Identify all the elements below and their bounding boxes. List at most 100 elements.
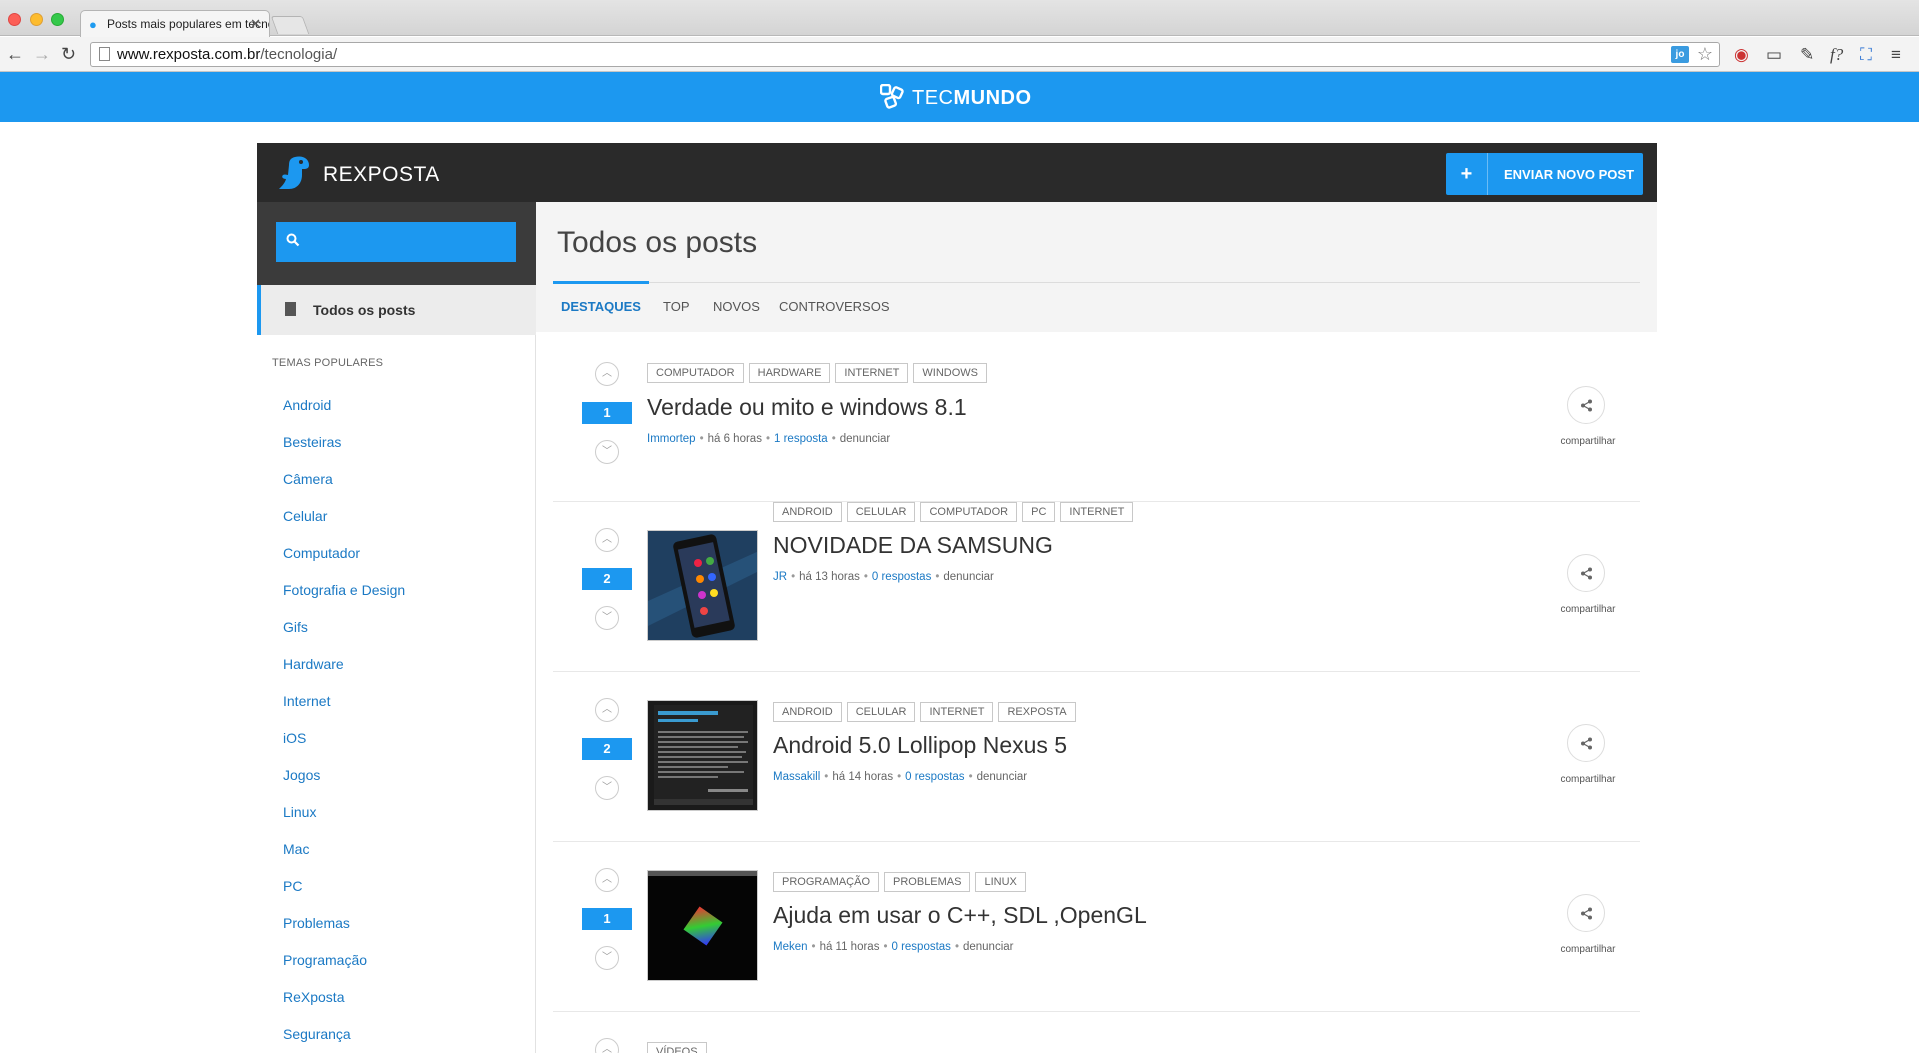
share-button[interactable]	[1567, 724, 1605, 762]
forward-arrow-icon[interactable]: →	[33, 44, 51, 65]
downvote-chevron-down-icon[interactable]: ﹀	[595, 946, 619, 970]
topic-link[interactable]: Computador	[283, 545, 360, 561]
downvote-chevron-down-icon[interactable]: ﹀	[595, 606, 619, 630]
post-answers[interactable]: 0 respostas	[872, 571, 931, 583]
post-author[interactable]: Meken	[773, 941, 808, 953]
topic-link[interactable]: Fotografia e Design	[283, 582, 405, 598]
tag[interactable]: PC	[1022, 502, 1056, 522]
downvote-chevron-down-icon[interactable]: ﹀	[595, 440, 619, 464]
topic-link[interactable]: Linux	[283, 804, 316, 820]
tag[interactable]: INTERNET	[835, 363, 909, 383]
tecmundo-logo[interactable]: TECMUNDO	[880, 84, 1032, 112]
post-author[interactable]: JR	[773, 571, 787, 583]
post-thumbnail[interactable]	[647, 870, 758, 981]
topic-link[interactable]: Problemas	[283, 915, 350, 931]
tag[interactable]: VÍDEOS	[647, 1042, 707, 1053]
report-link[interactable]: denunciar	[963, 941, 1014, 953]
share-button[interactable]	[1567, 894, 1605, 932]
extension-new-icon[interactable]: ◉	[1734, 45, 1749, 65]
tag[interactable]: COMPUTADOR	[647, 363, 744, 383]
post-title[interactable]: Ajuda em usar o C++, SDL ,OpenGL	[773, 902, 1147, 929]
post-title[interactable]: Android 5.0 Lollipop Nexus 5	[773, 732, 1067, 759]
upvote-chevron-up-icon[interactable]: ︿	[595, 1038, 619, 1053]
post-answers[interactable]: 0 respostas	[891, 941, 950, 953]
share-label[interactable]: compartilhar	[1553, 604, 1623, 615]
tab-top[interactable]: TOP	[663, 299, 690, 314]
post-thumbnail[interactable]	[647, 530, 758, 641]
close-tab-icon[interactable]: ✕	[250, 16, 261, 32]
extension-ruler-icon[interactable]: ▭	[1766, 45, 1782, 65]
menu-icon[interactable]: ≡	[1891, 45, 1901, 65]
topic-link[interactable]: Android	[283, 397, 331, 413]
upvote-chevron-up-icon[interactable]: ︿	[595, 698, 619, 722]
report-link[interactable]: denunciar	[977, 771, 1028, 783]
tag[interactable]: PROGRAMAÇÃO	[773, 872, 880, 892]
tab-destaques[interactable]: DESTAQUES	[561, 299, 641, 314]
app-name[interactable]: REXPOSTA	[323, 163, 440, 187]
post-answers[interactable]: 0 respostas	[905, 771, 964, 783]
post-thumbnail[interactable]	[647, 700, 758, 811]
tag[interactable]: REXPOSTA	[998, 702, 1076, 722]
report-link[interactable]: denunciar	[840, 433, 891, 445]
downvote-chevron-down-icon[interactable]: ﹀	[595, 776, 619, 800]
jo-extension-icon[interactable]: jo	[1671, 46, 1689, 63]
topic-link[interactable]: ReXposta	[283, 989, 344, 1005]
post-author[interactable]: Immortep	[647, 433, 696, 445]
share-label[interactable]: compartilhar	[1553, 774, 1623, 785]
address-bar[interactable]: www.rexposta.com.br/tecnologia/ jo ☆	[90, 42, 1720, 67]
topic-link[interactable]: Jogos	[283, 767, 320, 783]
search-input[interactable]	[276, 222, 516, 262]
zoom-window-button[interactable]	[51, 13, 64, 26]
topic-link[interactable]: Gifs	[283, 619, 308, 635]
tag[interactable]: PROBLEMAS	[884, 872, 971, 892]
vote-count: 2	[582, 738, 632, 760]
tab-novos[interactable]: NOVOS	[713, 299, 760, 314]
topic-link[interactable]: Câmera	[283, 471, 333, 487]
topic-link[interactable]: Hardware	[283, 656, 344, 672]
post-title[interactable]: Verdade ou mito e windows 8.1	[647, 394, 967, 421]
topic-link[interactable]: Mac	[283, 841, 309, 857]
tag[interactable]: LINUX	[975, 872, 1026, 892]
report-link[interactable]: denunciar	[943, 571, 994, 583]
upvote-chevron-up-icon[interactable]: ︿	[595, 868, 619, 892]
eyedropper-icon[interactable]: ✎	[1800, 45, 1814, 65]
topic-link[interactable]: PC	[283, 878, 302, 894]
bookmark-star-icon[interactable]: ☆	[1697, 44, 1713, 65]
sidebar-item-all-posts[interactable]: Todos os posts	[257, 285, 536, 335]
tag[interactable]: INTERNET	[920, 702, 994, 722]
post-answers[interactable]: 1 resposta	[774, 433, 828, 445]
close-window-button[interactable]	[8, 13, 21, 26]
topic-link[interactable]: Programação	[283, 952, 367, 968]
topic-link[interactable]: Internet	[283, 693, 330, 709]
tag[interactable]: CELULAR	[846, 702, 916, 722]
back-arrow-icon[interactable]: ←	[6, 44, 24, 65]
reload-icon[interactable]: ↻	[61, 44, 76, 65]
topic-link[interactable]: Celular	[283, 508, 327, 524]
tag[interactable]: ANDROID	[773, 502, 842, 522]
browser-tab[interactable]: ● Posts mais populares em tecnologia ✕	[80, 10, 270, 37]
topic-link[interactable]: iOS	[283, 730, 306, 746]
share-label[interactable]: compartilhar	[1553, 436, 1623, 447]
font-inspector-icon[interactable]: f?	[1830, 45, 1843, 65]
topic-link[interactable]: Besteiras	[283, 434, 341, 450]
tag[interactable]: COMPUTADOR	[920, 502, 1018, 522]
minimize-window-button[interactable]	[30, 13, 43, 26]
topic-link[interactable]: Segurança	[283, 1026, 351, 1042]
tag[interactable]: ANDROID	[773, 702, 842, 722]
tag[interactable]: INTERNET	[1060, 502, 1134, 522]
share-button[interactable]	[1567, 554, 1605, 592]
tag[interactable]: CELULAR	[846, 502, 916, 522]
post-author[interactable]: Massakill	[773, 771, 820, 783]
tab-controversos[interactable]: CONTROVERSOS	[779, 299, 890, 314]
send-new-post-button[interactable]: + ENVIAR NOVO POST	[1446, 153, 1643, 195]
screen-capture-icon[interactable]: ⛶	[1860, 45, 1872, 65]
rexposta-dino-logo-icon[interactable]	[275, 153, 319, 193]
upvote-chevron-up-icon[interactable]: ︿	[595, 362, 619, 386]
tag[interactable]: HARDWARE	[748, 363, 831, 383]
new-tab-button[interactable]	[270, 16, 310, 34]
share-label[interactable]: compartilhar	[1553, 944, 1623, 955]
upvote-chevron-up-icon[interactable]: ︿	[595, 528, 619, 552]
share-button[interactable]	[1567, 386, 1605, 424]
tag[interactable]: WINDOWS	[913, 363, 988, 383]
post-title[interactable]: NOVIDADE DA SAMSUNG	[773, 532, 1053, 559]
